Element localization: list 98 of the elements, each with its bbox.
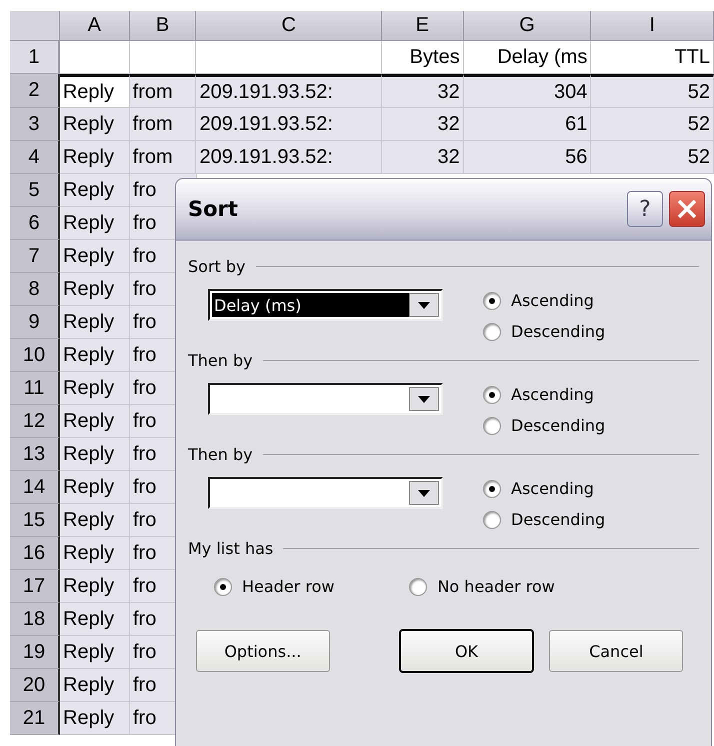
row-header[interactable]: 1 (10, 41, 60, 74)
table-cell: Reply (60, 339, 130, 372)
table-cell: Reply (60, 141, 130, 174)
column-header[interactable]: A (60, 11, 130, 41)
radio-label[interactable]: Header row (242, 577, 334, 596)
help-button[interactable]: ? (627, 191, 663, 227)
row-header[interactable]: 18 (10, 603, 60, 636)
row-header[interactable]: 6 (10, 207, 60, 240)
table-cell: Reply (60, 306, 130, 339)
dropdown-field[interactable] (208, 477, 443, 509)
table-cell: Reply (60, 702, 130, 735)
table-cell: Reply (60, 174, 130, 207)
radio-label[interactable]: Ascending (511, 291, 594, 310)
table-cell: Reply (60, 537, 130, 570)
radio-label[interactable]: Ascending (511, 385, 594, 404)
table-cell: Reply (60, 240, 130, 273)
table-cell: 32 (382, 141, 464, 174)
row-header[interactable]: 16 (10, 537, 60, 570)
row-header[interactable]: 10 (10, 339, 60, 372)
dropdown-field[interactable] (208, 383, 443, 415)
row-header[interactable]: 5 (10, 174, 60, 207)
row-header[interactable]: 14 (10, 471, 60, 504)
radio-button[interactable] (483, 416, 501, 434)
radio-label[interactable]: Ascending (511, 479, 594, 498)
row-header[interactable]: 8 (10, 273, 60, 306)
table-cell: TTL (591, 41, 714, 74)
table-cell: 32 (382, 74, 464, 108)
table-cell: 52 (591, 108, 714, 141)
table-cell: from (130, 108, 196, 141)
radio-button[interactable] (483, 292, 501, 310)
table-cell: Reply (60, 471, 130, 504)
table-cell: Reply (60, 504, 130, 537)
table-cell: 209.191.93.52: (196, 141, 382, 174)
column-header[interactable]: E (382, 11, 464, 41)
radio-button[interactable] (483, 322, 501, 340)
row-header[interactable]: 15 (10, 504, 60, 537)
dropdown-arrow-icon (418, 302, 430, 308)
table-cell: 304 (464, 74, 592, 108)
table-cell: Reply (60, 438, 130, 471)
table-cell: 56 (464, 141, 592, 174)
table-cell: Reply (60, 636, 130, 669)
table-cell: Reply (60, 372, 130, 405)
row-header[interactable]: 21 (10, 702, 60, 735)
radio-button[interactable] (483, 510, 501, 528)
row-header[interactable]: 20 (10, 669, 60, 702)
radio-label[interactable]: Descending (511, 322, 606, 341)
table-cell: Delay (ms (464, 41, 592, 74)
column-header[interactable]: I (591, 11, 714, 41)
table-cell: Reply (60, 669, 130, 702)
close-icon (676, 198, 698, 220)
table-cell: Reply (60, 405, 130, 438)
radio-button[interactable] (409, 578, 428, 596)
dropdown-arrow-icon (418, 396, 430, 402)
table-cell: Reply (60, 603, 130, 636)
dropdown-button[interactable] (409, 293, 439, 317)
dropdown-field[interactable]: Delay (ms) (208, 289, 443, 321)
row-header[interactable]: 3 (10, 108, 60, 141)
radio-label[interactable]: Descending (511, 416, 606, 435)
row-header[interactable]: 11 (10, 372, 60, 405)
radio-button[interactable] (483, 386, 501, 404)
column-header[interactable]: G (464, 11, 592, 41)
table-cell: Reply (60, 74, 130, 108)
dialog-button[interactable]: Options... (196, 630, 330, 672)
table-cell: 52 (591, 141, 714, 174)
table-cell: 32 (382, 108, 464, 141)
table-cell: 209.191.93.52: (196, 108, 382, 141)
column-header[interactable]: B (130, 11, 196, 41)
dropdown-arrow-icon (418, 490, 430, 496)
table-cell: 209.191.93.52: (196, 74, 382, 108)
close-button[interactable] (669, 191, 705, 227)
radio-label[interactable]: Descending (511, 510, 606, 529)
dropdown-button[interactable] (409, 387, 439, 411)
table-cell: Reply (60, 207, 130, 240)
table-cell: Reply (60, 570, 130, 603)
dropdown-button[interactable] (409, 481, 439, 505)
table-cell (130, 41, 196, 74)
table-cell: from (130, 74, 196, 108)
row-header[interactable]: 7 (10, 240, 60, 273)
table-cell: Reply (60, 273, 130, 306)
radio-label[interactable]: No header row (437, 577, 555, 596)
table-cell: Bytes (382, 41, 464, 74)
row-header[interactable]: 13 (10, 438, 60, 471)
row-header[interactable]: 2 (10, 74, 60, 108)
radio-button[interactable] (214, 578, 232, 596)
table-cell: Reply (60, 108, 130, 141)
row-header[interactable]: 4 (10, 141, 60, 174)
table-cell (60, 41, 130, 74)
table-cell: 52 (591, 74, 714, 108)
dialog-button[interactable]: OK (400, 630, 534, 672)
row-header[interactable]: 19 (10, 636, 60, 669)
table-cell: 61 (464, 108, 592, 141)
dialog-button[interactable]: Cancel (549, 630, 684, 672)
row-header[interactable]: 17 (10, 570, 60, 603)
table-cell: from (130, 141, 196, 174)
column-header[interactable]: C (196, 11, 382, 41)
row-header[interactable]: 9 (10, 306, 60, 339)
row-header[interactable]: 12 (10, 405, 60, 438)
radio-button[interactable] (483, 480, 501, 498)
